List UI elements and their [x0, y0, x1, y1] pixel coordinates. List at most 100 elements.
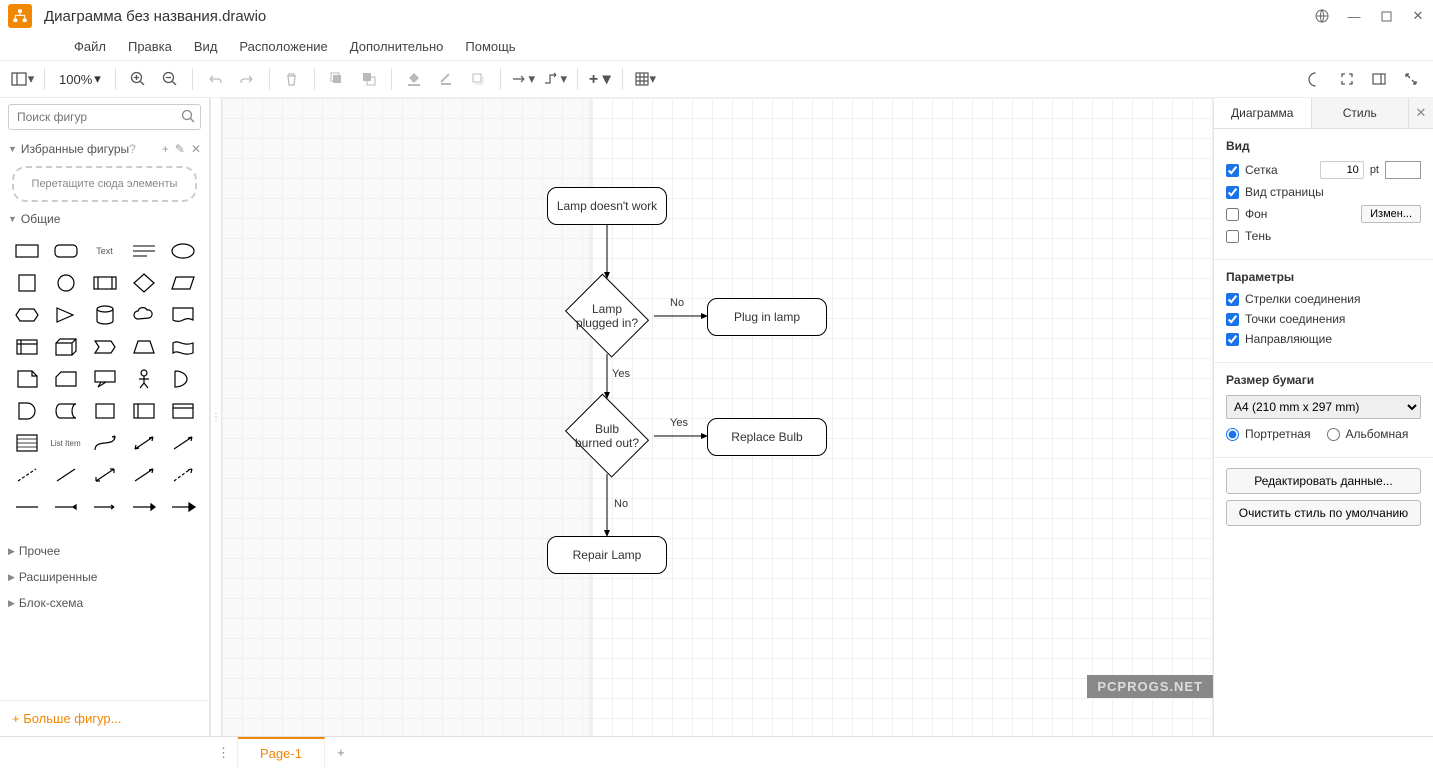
shape-link4[interactable] [125, 492, 162, 522]
search-input[interactable] [8, 104, 201, 130]
format-panel-icon[interactable] [1365, 65, 1393, 93]
menu-arrange[interactable]: Расположение [235, 37, 331, 56]
maximize-icon[interactable] [1379, 9, 1393, 23]
connection-icon[interactable]: ▾ [509, 65, 537, 93]
grid-color-swatch[interactable] [1385, 161, 1421, 179]
shape-callout[interactable] [86, 364, 123, 394]
minimize-icon[interactable]: — [1347, 9, 1361, 23]
canvas[interactable]: Lamp doesn't work Lamp plugged in? Plug … [222, 98, 1213, 736]
shape-note[interactable] [8, 364, 45, 394]
add-favorite-icon[interactable]: + [162, 142, 169, 156]
shape-internal-storage[interactable] [8, 332, 45, 362]
shape-textbox[interactable] [125, 236, 162, 266]
shape-tape[interactable] [164, 332, 201, 362]
shape-card[interactable] [47, 364, 84, 394]
shape-and[interactable] [8, 396, 45, 426]
conn-arrows-checkbox[interactable] [1226, 293, 1239, 306]
shape-curve[interactable] [86, 428, 123, 458]
tab-style[interactable]: Стиль [1312, 98, 1410, 128]
node-start[interactable]: Lamp doesn't work [547, 187, 667, 225]
delete-icon[interactable] [278, 65, 306, 93]
line-color-icon[interactable] [432, 65, 460, 93]
shadow-toggle-icon[interactable] [464, 65, 492, 93]
shape-link2[interactable] [47, 492, 84, 522]
tab-diagram[interactable]: Диаграмма [1214, 98, 1312, 128]
shape-list-item[interactable]: List Item [47, 428, 84, 458]
shape-dashed[interactable] [8, 460, 45, 490]
node-replace-bulb[interactable]: Replace Bulb [707, 418, 827, 456]
shape-ellipse[interactable] [164, 236, 201, 266]
shape-data-storage[interactable] [47, 396, 84, 426]
shape-container[interactable] [86, 396, 123, 426]
grid-size-input[interactable] [1320, 161, 1364, 179]
pageview-checkbox[interactable] [1226, 186, 1239, 199]
paper-size-select[interactable]: A4 (210 mm x 297 mm) [1226, 395, 1421, 419]
common-section[interactable]: ▼ Общие [0, 206, 209, 232]
theme-icon[interactable] [1301, 65, 1329, 93]
menu-edit[interactable]: Правка [124, 37, 176, 56]
favorites-section[interactable]: ▼ Избранные фигуры? + ✎ ✕ [0, 136, 209, 162]
shape-search[interactable] [8, 104, 201, 130]
change-bg-button[interactable]: Измен... [1361, 205, 1421, 223]
shape-list[interactable] [8, 428, 45, 458]
background-checkbox[interactable] [1226, 208, 1239, 221]
shape-cloud[interactable] [125, 300, 162, 330]
expand-icon[interactable] [1397, 65, 1425, 93]
node-repair[interactable]: Repair Lamp [547, 536, 667, 574]
close-favorite-icon[interactable]: ✕ [191, 142, 201, 156]
shape-circle[interactable] [47, 268, 84, 298]
shape-dash-arrow[interactable] [164, 460, 201, 490]
misc-section[interactable]: ▶ Прочее [0, 538, 209, 564]
shape-trapezoid[interactable] [125, 332, 162, 362]
node-plug-in[interactable]: Plug in lamp [707, 298, 827, 336]
shape-bidir-arrow[interactable] [125, 428, 162, 458]
shape-thin-arrow[interactable] [125, 460, 162, 490]
zoom-dropdown[interactable]: 100% ▾ [53, 71, 107, 87]
close-panel-icon[interactable]: ✕ [1409, 98, 1433, 128]
shape-rounded-rect[interactable] [47, 236, 84, 266]
fullscreen-icon[interactable] [1333, 65, 1361, 93]
more-shapes-button[interactable]: + Больше фигур... [0, 700, 209, 736]
shape-arrow[interactable] [164, 428, 201, 458]
zoom-out-icon[interactable] [156, 65, 184, 93]
shape-process[interactable] [86, 268, 123, 298]
shape-cylinder[interactable] [86, 300, 123, 330]
edit-favorite-icon[interactable]: ✎ [175, 142, 185, 156]
fill-color-icon[interactable] [400, 65, 428, 93]
menu-help[interactable]: Помощь [461, 37, 519, 56]
node-decision-plugged[interactable]: Lamp plugged in? [560, 278, 654, 354]
view-icon[interactable]: ▾ [8, 65, 36, 93]
shape-line-bidir[interactable] [86, 460, 123, 490]
shape-hcontainer[interactable] [125, 396, 162, 426]
to-back-icon[interactable] [355, 65, 383, 93]
add-page-icon[interactable]: + [325, 737, 357, 768]
shape-diamond[interactable] [125, 268, 162, 298]
menu-view[interactable]: Вид [190, 37, 222, 56]
menu-file[interactable]: Файл [70, 37, 110, 56]
splitter-handle[interactable]: ⋮ [210, 98, 222, 736]
page-menu-icon[interactable]: ⋮ [210, 737, 238, 768]
zoom-in-icon[interactable] [124, 65, 152, 93]
shape-cube[interactable] [47, 332, 84, 362]
globe-icon[interactable] [1315, 9, 1329, 23]
insert-icon[interactable]: + ▾ [586, 65, 614, 93]
flowchart-section[interactable]: ▶ Блок-схема [0, 590, 209, 616]
node-decision-bulb[interactable]: Bulb burned out? [560, 398, 654, 474]
shape-text[interactable]: Text [86, 236, 123, 266]
shape-link1[interactable] [8, 492, 45, 522]
shape-triangle[interactable] [47, 300, 84, 330]
edit-data-button[interactable]: Редактировать данные... [1226, 468, 1421, 494]
grid-checkbox[interactable] [1226, 164, 1239, 177]
page-tab-1[interactable]: Page-1 [238, 737, 325, 768]
redo-icon[interactable] [233, 65, 261, 93]
favorites-dropzone[interactable]: Перетащите сюда элементы [12, 166, 197, 202]
portrait-radio[interactable] [1226, 428, 1239, 441]
shape-document[interactable] [164, 300, 201, 330]
advanced-section[interactable]: ▶ Расширенные [0, 564, 209, 590]
shape-rect[interactable] [8, 236, 45, 266]
landscape-radio[interactable] [1327, 428, 1340, 441]
shape-link5[interactable] [164, 492, 201, 522]
shape-line[interactable] [47, 460, 84, 490]
conn-points-checkbox[interactable] [1226, 313, 1239, 326]
close-icon[interactable]: ✕ [1411, 9, 1425, 23]
